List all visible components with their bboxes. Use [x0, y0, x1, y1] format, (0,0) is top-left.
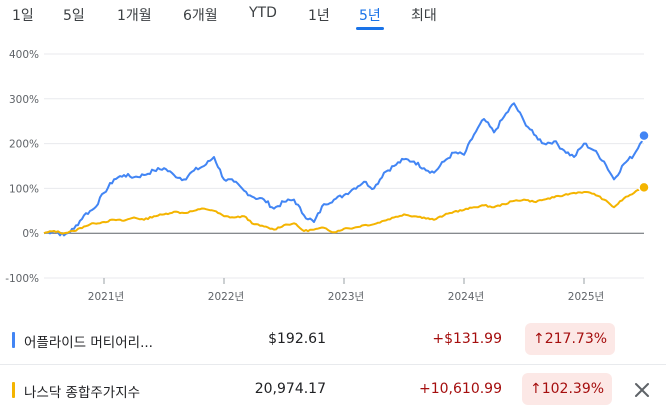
percent-change-badge: ↑217.73%	[525, 323, 616, 355]
x-tick-label: 2025년	[568, 291, 604, 303]
series-end-marker	[638, 181, 650, 194]
series-color-swatch	[12, 382, 15, 398]
percent-change-value: 102.39%	[541, 381, 605, 397]
y-tick-label: 300%	[9, 94, 39, 106]
series-name: 나스닥 종합주가지수	[24, 385, 141, 401]
percent-change-badge: ↑102.39%	[522, 373, 613, 405]
series-end-marker	[638, 129, 650, 142]
close-icon[interactable]	[632, 380, 652, 400]
x-tick-label: 2022년	[208, 291, 244, 303]
series-price: $192.61	[268, 331, 326, 347]
y-tick-label: 400%	[9, 49, 39, 61]
series-color-swatch	[12, 332, 15, 348]
arrow-up-icon: ↑	[533, 331, 545, 347]
series-change: +$131.99	[432, 331, 502, 347]
series-change: +10,610.99	[419, 381, 502, 397]
series-name: 어플라이드 머티어리...	[24, 335, 153, 351]
performance-chart: 400% 300% 200% 100% 0% -100% 2021년 2022년 2023년 20…	[5, 49, 650, 303]
y-tick-label: 100%	[9, 183, 39, 195]
series-price: 20,974.17	[254, 381, 326, 397]
x-tick-label: 2021년	[88, 291, 124, 303]
x-tick-label: 2023년	[328, 291, 364, 303]
y-tick-label: -100%	[5, 273, 39, 285]
y-tick-label: 200%	[9, 139, 39, 151]
percent-change-value: 217.73%	[544, 331, 608, 347]
y-tick-label: 0%	[22, 228, 39, 240]
x-tick-label: 2024년	[448, 291, 484, 303]
arrow-up-icon: ↑	[530, 381, 542, 397]
legend-row-applied-materials[interactable]: 어플라이드 머티어리... $192.61 +$131.99 ↑217.73%	[0, 315, 666, 365]
series-line	[43, 102, 645, 237]
legend-row-nasdaq[interactable]: 나스닥 종합주가지수 20,974.17 +10,610.99 ↑102.39%	[0, 364, 666, 416]
